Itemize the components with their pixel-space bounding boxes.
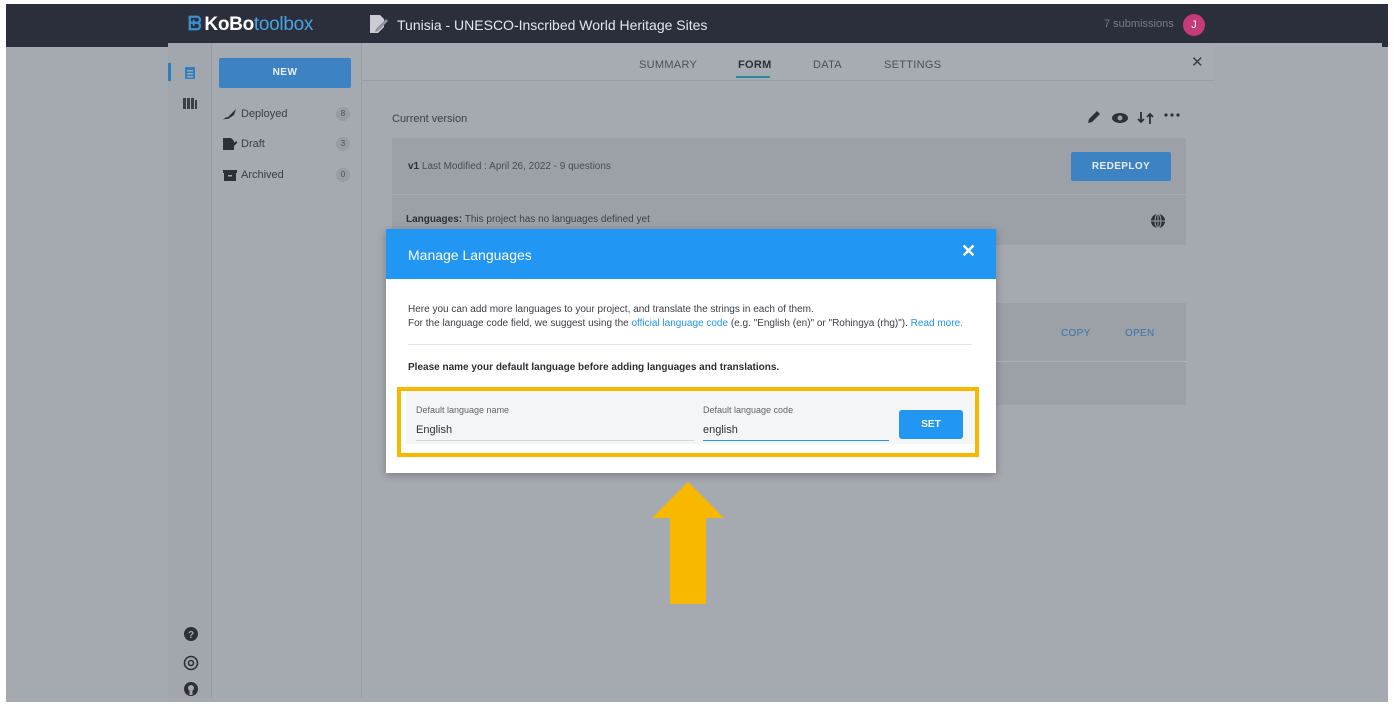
edit-icon[interactable]	[1085, 110, 1103, 126]
replace-form-icon[interactable]	[1137, 110, 1155, 126]
sidebar-item-archived[interactable]: Archived 0	[222, 167, 350, 187]
rocket-icon	[223, 109, 236, 120]
modal-header: Manage Languages ✕	[386, 229, 996, 279]
copy-link[interactable]: COPY	[1061, 328, 1091, 339]
github-icon[interactable]	[183, 681, 199, 697]
current-version-label: Current version	[392, 113, 468, 125]
tab-data[interactable]: DATA	[813, 59, 842, 71]
preview-eye-icon[interactable]	[1111, 110, 1129, 126]
open-link[interactable]: OPEN	[1125, 328, 1155, 339]
more-options-icon[interactable]	[1163, 110, 1181, 126]
submissions-count[interactable]: 7 submissions	[1104, 18, 1174, 30]
modal-title: Manage Languages	[408, 247, 532, 263]
intro-text-a: For the language code field, we suggest …	[408, 318, 632, 329]
icon-rail	[168, 43, 212, 698]
modal-divider	[408, 344, 972, 345]
projects-icon[interactable]	[182, 65, 198, 81]
sidebar-item-label: Deployed	[241, 108, 288, 120]
svg-text:?: ?	[188, 630, 194, 641]
avatar[interactable]: J	[1183, 14, 1205, 36]
redeploy-button[interactable]: REDEPLOY	[1071, 152, 1171, 181]
globe-icon[interactable]	[1150, 213, 1166, 229]
count-badge: 0	[336, 168, 350, 182]
project-title: Tunisia - UNESCO-Inscribed World Heritag…	[397, 17, 708, 33]
languages-label: Languages:	[406, 214, 463, 225]
rail-active-indicator	[168, 63, 171, 81]
kobo-logo[interactable]: ᗸ KoBotoolbox	[188, 14, 313, 36]
count-badge: 3	[336, 137, 350, 151]
right-gutter	[1215, 43, 1382, 698]
help-icon[interactable]: ?	[183, 626, 199, 642]
archive-icon	[223, 170, 237, 181]
new-button[interactable]: NEW	[219, 58, 351, 88]
sidebar-item-label: Archived	[241, 169, 284, 181]
sidebar-item-label: Draft	[241, 138, 265, 150]
intro-line-2: For the language code field, we suggest …	[408, 318, 963, 329]
version-meta: Last Modified : April 26, 2022 - 9 quest…	[421, 161, 611, 172]
official-language-code-link[interactable]: official language code	[631, 318, 728, 329]
languages-text: This project has no languages defined ye…	[464, 214, 650, 225]
topbar: ᗸ KoBotoolbox Tunisia - UNESCO-Inscribed …	[6, 4, 1388, 47]
tab-summary[interactable]: SUMMARY	[639, 59, 697, 71]
form-project-icon	[370, 15, 388, 33]
count-badge: 8	[336, 107, 350, 121]
active-tab-indicator	[736, 76, 770, 78]
arrow-up-icon	[652, 482, 724, 604]
library-icon[interactable]	[182, 95, 198, 111]
intro-text-b: (e.g. "English (en)" or "Rohingya (rhg)"…	[728, 318, 911, 329]
default-language-note: Please name your default language before…	[408, 362, 780, 373]
tab-bar	[362, 43, 1215, 81]
read-more-link[interactable]: Read more.	[911, 318, 963, 329]
tab-form[interactable]: FORM	[738, 59, 772, 71]
logo-text-kobo: KoBo	[204, 14, 254, 35]
version-number: v1	[408, 161, 420, 172]
sidebar-item-draft[interactable]: Draft 3	[222, 136, 350, 156]
version-row: v1 Last Modified : April 26, 2022 - 9 qu…	[408, 161, 611, 172]
draft-icon	[223, 138, 238, 150]
modal-close-icon[interactable]: ✕	[961, 241, 976, 262]
close-icon[interactable]: ✕	[1191, 53, 1204, 71]
languages-row: Languages: This project has no languages…	[406, 214, 650, 225]
tab-settings[interactable]: SETTINGS	[884, 59, 941, 71]
support-icon[interactable]	[183, 655, 199, 671]
logo-mark: ᗸ	[188, 14, 202, 35]
sidebar-item-deployed[interactable]: Deployed 8	[222, 106, 350, 126]
intro-line-1: Here you can add more languages to your …	[408, 304, 814, 315]
logo-text-toolbox: toolbox	[253, 14, 314, 35]
highlight-box	[397, 387, 979, 457]
